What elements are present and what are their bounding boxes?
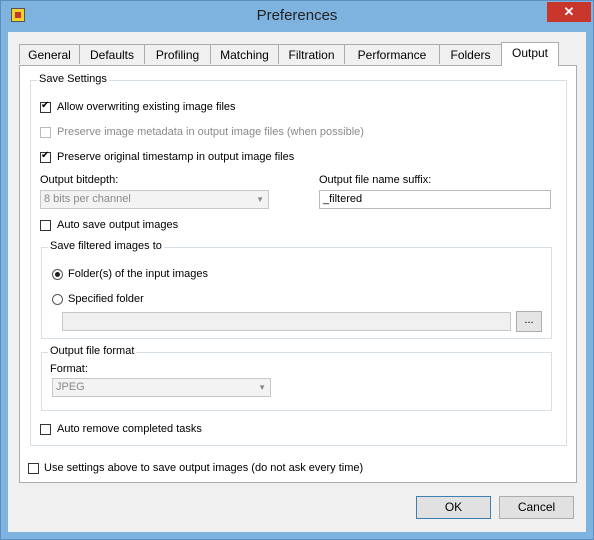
output-tab-panel: Save Settings Allow overwriting existing… bbox=[19, 65, 577, 483]
auto-remove-checkbox[interactable] bbox=[40, 424, 51, 435]
tab-profiling[interactable]: Profiling bbox=[144, 44, 211, 64]
allow-overwrite-checkbox[interactable] bbox=[40, 100, 51, 113]
chevron-down-icon: ▼ bbox=[256, 195, 264, 204]
tab-performance[interactable]: Performance bbox=[344, 44, 440, 64]
bitdepth-select[interactable]: 8 bits per channel ▼ bbox=[40, 190, 269, 209]
dialog-body: General Defaults Profiling Matching Filt… bbox=[8, 32, 586, 532]
ok-button[interactable]: OK bbox=[416, 496, 491, 519]
format-label: Format: bbox=[50, 363, 88, 375]
allow-overwrite-label[interactable]: Allow overwriting existing image files bbox=[57, 101, 236, 113]
tab-output[interactable]: Output bbox=[501, 42, 559, 66]
preferences-window: Preferences ✕ General Defaults Profiling… bbox=[0, 0, 594, 540]
use-settings-checkbox[interactable] bbox=[28, 463, 39, 474]
cancel-button[interactable]: Cancel bbox=[499, 496, 574, 519]
close-button[interactable]: ✕ bbox=[547, 2, 591, 22]
auto-save-checkbox[interactable] bbox=[40, 220, 51, 231]
format-select[interactable]: JPEG ▼ bbox=[52, 378, 271, 397]
save-filtered-to-legend: Save filtered images to bbox=[48, 240, 164, 252]
use-settings-label[interactable]: Use settings above to save output images… bbox=[44, 462, 363, 474]
input-folders-label[interactable]: Folder(s) of the input images bbox=[68, 268, 208, 280]
specified-folder-radio[interactable] bbox=[52, 294, 63, 305]
bitdepth-value: 8 bits per channel bbox=[44, 193, 131, 205]
suffix-label: Output file name suffix: bbox=[319, 174, 432, 186]
tab-filtration[interactable]: Filtration bbox=[278, 44, 345, 64]
auto-save-label[interactable]: Auto save output images bbox=[57, 219, 178, 231]
format-value: JPEG bbox=[56, 381, 85, 393]
tab-general[interactable]: General bbox=[19, 44, 80, 64]
preserve-metadata-label[interactable]: Preserve image metadata in output image … bbox=[57, 126, 364, 138]
specified-folder-label[interactable]: Specified folder bbox=[68, 293, 144, 305]
browse-button[interactable]: ... bbox=[516, 311, 542, 332]
preserve-timestamp-checkbox[interactable] bbox=[40, 150, 51, 163]
title-bar[interactable]: Preferences ✕ bbox=[1, 1, 593, 31]
file-format-legend: Output file format bbox=[48, 345, 137, 357]
save-settings-group: Save Settings Allow overwriting existing… bbox=[30, 73, 567, 446]
tab-folders[interactable]: Folders bbox=[439, 44, 502, 64]
tab-matching[interactable]: Matching bbox=[210, 44, 279, 64]
tab-defaults[interactable]: Defaults bbox=[79, 44, 145, 64]
folder-path-input[interactable] bbox=[62, 312, 511, 331]
auto-remove-label[interactable]: Auto remove completed tasks bbox=[57, 423, 202, 435]
window-title: Preferences bbox=[256, 7, 338, 24]
file-format-group: Output file format Format: JPEG ▼ bbox=[41, 345, 552, 411]
save-settings-legend: Save Settings bbox=[37, 73, 109, 85]
bitdepth-label: Output bitdepth: bbox=[40, 174, 119, 186]
preserve-timestamp-label[interactable]: Preserve original timestamp in output im… bbox=[57, 151, 294, 163]
preserve-metadata-checkbox[interactable] bbox=[40, 127, 51, 138]
suffix-input[interactable]: _filtered bbox=[319, 190, 551, 209]
save-filtered-to-group: Save filtered images to Folder(s) of the… bbox=[41, 240, 552, 339]
input-folders-radio[interactable] bbox=[52, 269, 63, 280]
close-icon: ✕ bbox=[563, 4, 575, 19]
chevron-down-icon: ▼ bbox=[258, 383, 266, 392]
